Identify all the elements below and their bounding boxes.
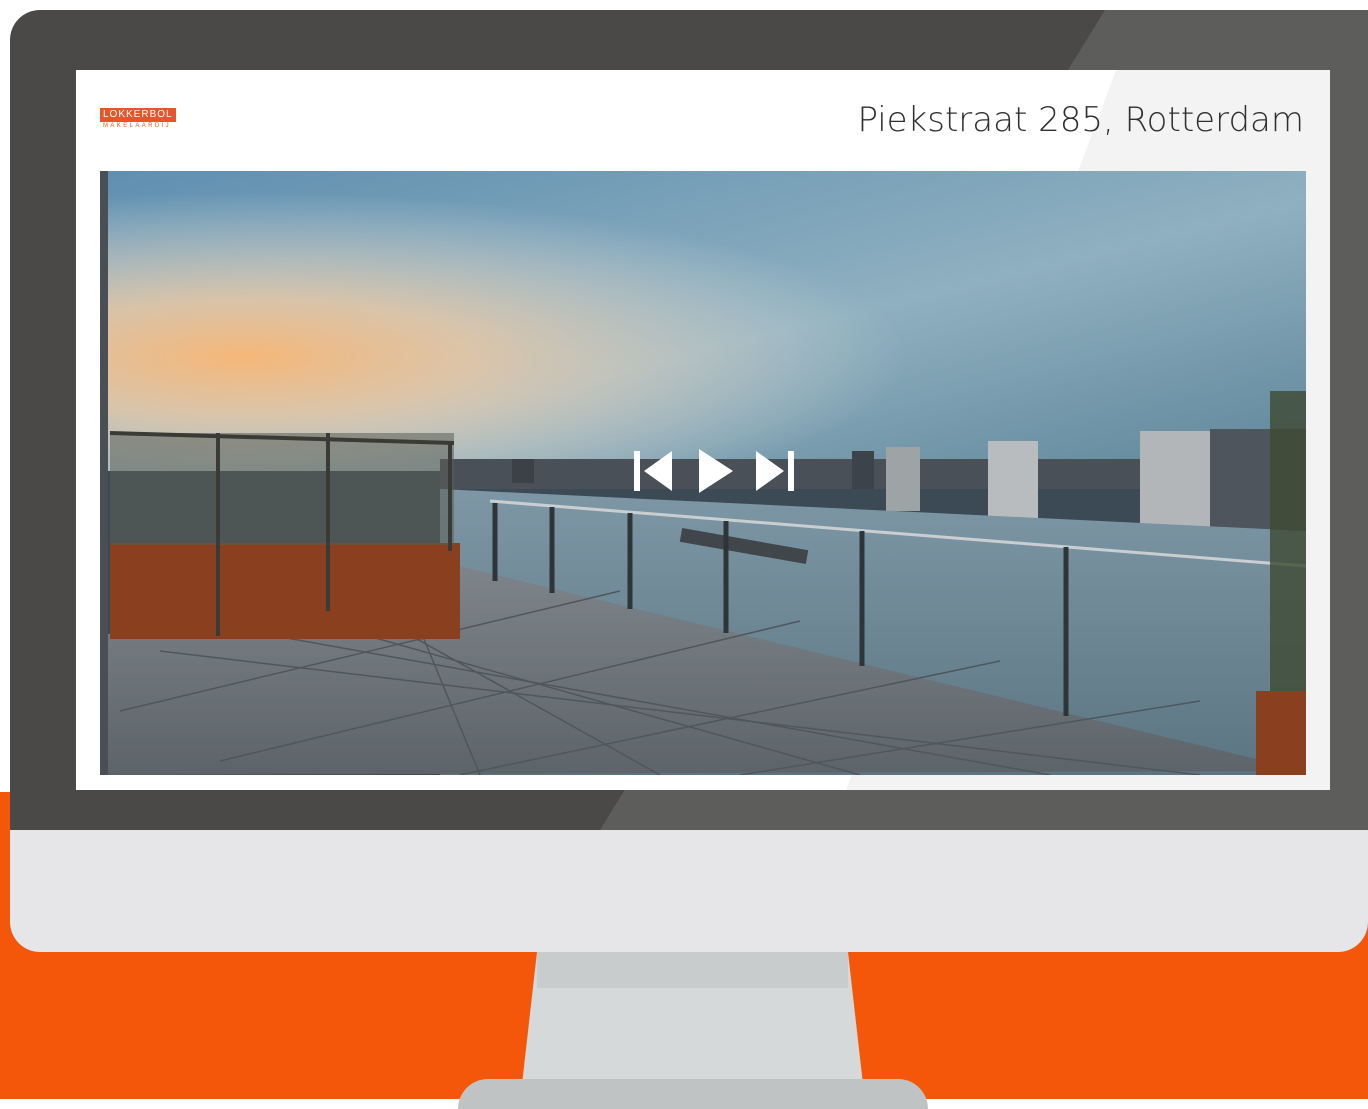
- monitor-chin: [10, 830, 1368, 952]
- brand-logo[interactable]: LOKKERBOL MAKELAARDIJ: [100, 108, 206, 136]
- listing-address: Piekstraat 285, Rotterdam: [857, 100, 1304, 140]
- monitor-bezel: LOKKERBOL MAKELAARDIJ Piekstraat 285, Ro…: [10, 10, 1368, 952]
- monitor-stand-base: [458, 1079, 928, 1109]
- skip-next-icon: [756, 451, 794, 491]
- brand-name: LOKKERBOL: [100, 108, 176, 122]
- brand-tagline: MAKELAARDIJ: [103, 123, 172, 129]
- skip-previous-icon: [634, 451, 672, 491]
- previous-button[interactable]: [630, 445, 682, 497]
- slideshow-controls: [630, 445, 800, 497]
- property-photo: [100, 171, 1306, 775]
- next-button[interactable]: [748, 445, 800, 497]
- monitor-stand-shadow: [537, 952, 848, 988]
- play-icon: [699, 449, 733, 493]
- monitor-screen: LOKKERBOL MAKELAARDIJ Piekstraat 285, Ro…: [76, 70, 1330, 790]
- play-button[interactable]: [689, 445, 741, 497]
